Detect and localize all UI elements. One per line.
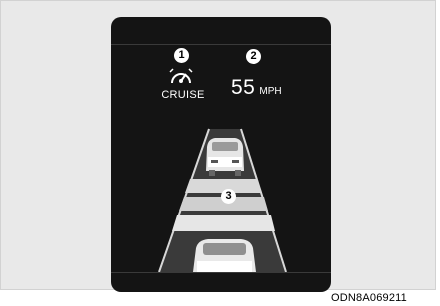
illustration-panel: 1 CRUISE 2 55 MPH 3 [0, 0, 436, 292]
lead-vehicle-icon [206, 138, 244, 176]
road-scene [158, 128, 287, 273]
bottom-divider [111, 272, 331, 273]
distance-bar-3 [172, 215, 275, 231]
cluster-display: 1 CRUISE 2 55 MPH 3 [111, 17, 331, 292]
marker-3-badge: 3 [221, 189, 236, 204]
own-vehicle-icon [193, 239, 256, 272]
figure-code: ODN8A069211 [331, 292, 407, 304]
